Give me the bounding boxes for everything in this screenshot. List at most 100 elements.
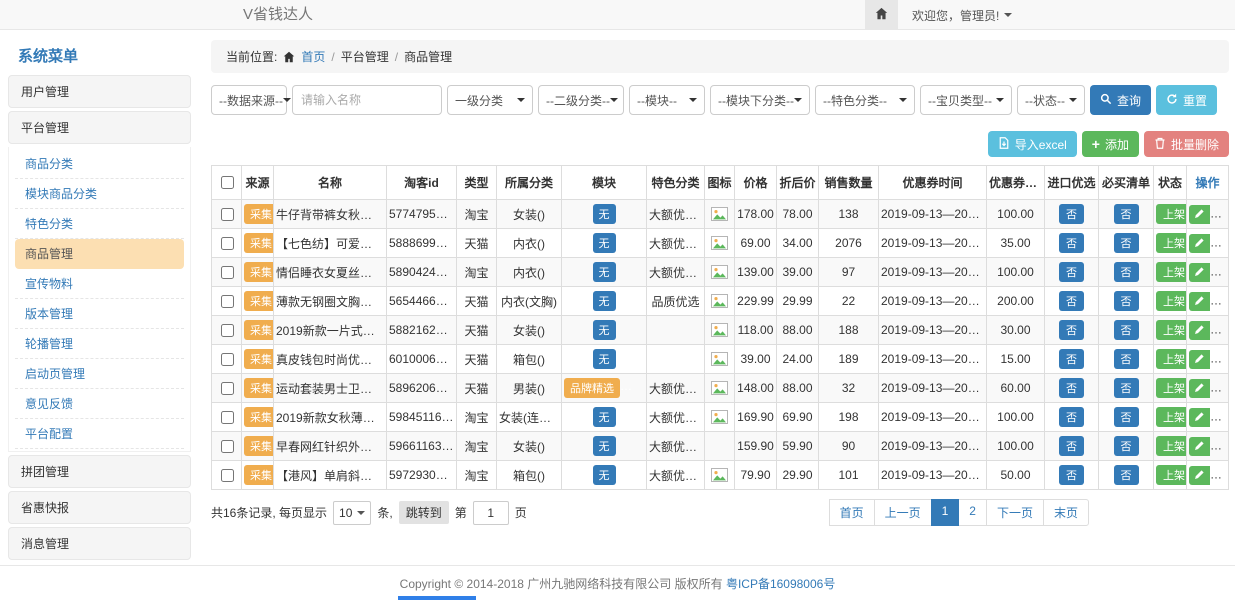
status-button[interactable]: 上架 [1156,407,1187,427]
status-button[interactable]: 上架 [1156,262,1187,282]
jump-button[interactable]: 跳转到 [399,501,449,524]
edit-button[interactable] [1189,263,1210,282]
filter-select[interactable]: 一级分类 [447,85,533,115]
sidebar-menu-item[interactable]: 省惠快报 [8,491,191,524]
import-select-toggle[interactable]: 否 [1059,436,1084,456]
edit-button[interactable] [1189,292,1210,311]
sidebar-submenu-item[interactable]: 商品管理 [15,239,184,269]
edit-button[interactable] [1189,408,1210,427]
page-button[interactable]: 下一页 [986,499,1044,526]
sidebar-submenu-item[interactable]: 启动页管理 [15,359,184,389]
sidebar-submenu-item[interactable]: 商品分类 [15,149,184,179]
breadcrumb: 当前位置: 首页 / 平台管理 / 商品管理 [211,40,1229,73]
must-buy-toggle[interactable]: 否 [1114,407,1139,427]
import-select-toggle[interactable]: 否 [1059,233,1084,253]
filter-select[interactable]: --模块下分类-- [710,85,810,115]
sidebar-submenu-item[interactable]: 版本管理 [15,299,184,329]
row-checkbox[interactable] [221,266,234,279]
row-checkbox[interactable] [221,469,234,482]
sidebar-menu-item[interactable]: 用户管理 [8,75,191,108]
must-buy-toggle[interactable]: 否 [1114,378,1139,398]
home-button[interactable] [865,0,898,30]
sidebar-submenu-item[interactable]: 模块商品分类 [15,179,184,209]
import-select-toggle[interactable]: 否 [1059,378,1084,398]
jump-page-input[interactable] [473,501,509,525]
row-checkbox[interactable] [221,353,234,366]
search-button[interactable]: 查询 [1090,85,1151,115]
status-button[interactable]: 上架 [1156,465,1187,485]
select-all-checkbox[interactable] [221,176,234,189]
edit-button[interactable] [1189,234,1210,253]
page-button[interactable]: 首页 [829,499,875,526]
row-checkbox[interactable] [221,411,234,424]
import-select-toggle[interactable]: 否 [1059,349,1084,369]
edit-button[interactable] [1189,466,1210,485]
batch-delete-button[interactable]: 批量删除 [1144,131,1229,157]
row-checkbox[interactable] [221,324,234,337]
sidebar-submenu-item[interactable]: 平台配置 [15,419,184,449]
name-search-input[interactable] [292,85,442,115]
sidebar-submenu-item[interactable]: 轮播管理 [15,329,184,359]
filter-select[interactable]: --二级分类-- [538,85,624,115]
sidebar-menu-item[interactable]: 消息管理 [8,527,191,560]
must-buy-toggle[interactable]: 否 [1114,349,1139,369]
import-select-toggle[interactable]: 否 [1059,204,1084,224]
row-checkbox[interactable] [221,440,234,453]
must-buy-toggle[interactable]: 否 [1114,320,1139,340]
must-buy-toggle[interactable]: 否 [1114,436,1139,456]
sidebar-submenu-item[interactable]: 宣传物料 [15,269,184,299]
import-excel-button[interactable]: 导入excel [988,131,1077,157]
reset-button[interactable]: 重置 [1156,85,1217,115]
must-buy-toggle[interactable]: 否 [1114,291,1139,311]
must-buy-toggle[interactable]: 否 [1114,262,1139,282]
coupon-amount-cell: 100.00 [987,258,1045,287]
page-button[interactable]: 上一页 [874,499,932,526]
status-button[interactable]: 上架 [1156,291,1187,311]
category-cell: 内衣() [497,258,562,287]
import-select-toggle[interactable]: 否 [1059,465,1084,485]
add-button[interactable]: + 添加 [1082,131,1139,157]
row-checkbox[interactable] [221,382,234,395]
user-menu[interactable]: 欢迎您，管理员! [912,7,1012,24]
sidebar-menu-item[interactable]: 拼团管理 [8,455,191,488]
row-checkbox[interactable] [221,237,234,250]
edit-button[interactable] [1189,437,1210,456]
sidebar-menu-item[interactable]: 平台管理 [8,111,191,144]
edit-button[interactable] [1189,379,1210,398]
filter-select[interactable]: --特色分类-- [815,85,915,115]
row-select-cell [212,229,242,258]
must-buy-toggle[interactable]: 否 [1114,233,1139,253]
filter-select[interactable]: --模块-- [629,85,705,115]
status-button[interactable]: 上架 [1156,233,1187,253]
breadcrumb-home-link[interactable]: 首页 [301,48,325,65]
page-button[interactable]: 2 [958,499,987,526]
page-button[interactable]: 1 [931,499,960,526]
import-select-toggle[interactable]: 否 [1059,291,1084,311]
breadcrumb-item: 商品管理 [404,48,452,65]
icp-link[interactable]: 粤ICP备16098006号 [726,575,835,592]
filter-select[interactable]: --宝贝类型-- [920,85,1012,115]
import-select-toggle[interactable]: 否 [1059,262,1084,282]
status-button[interactable]: 上架 [1156,320,1187,340]
import-select-toggle[interactable]: 否 [1059,407,1084,427]
row-checkbox[interactable] [221,208,234,221]
status-button[interactable]: 上架 [1156,378,1187,398]
coupon-amount-cell: 50.00 [987,461,1045,490]
status-button[interactable]: 上架 [1156,349,1187,369]
status-button[interactable]: 上架 [1156,436,1187,456]
edit-button[interactable] [1189,205,1210,224]
per-page-select[interactable]: 10 [333,501,371,525]
page-button[interactable]: 末页 [1043,499,1089,526]
sidebar-submenu-item[interactable]: 意见反馈 [15,389,184,419]
edit-button[interactable] [1189,321,1210,340]
row-checkbox[interactable] [221,295,234,308]
status-button[interactable]: 上架 [1156,204,1187,224]
edit-button[interactable] [1189,350,1210,369]
sidebar-submenu-item[interactable]: 特色分类 [15,209,184,239]
must-buy-toggle[interactable]: 否 [1114,465,1139,485]
must-buy-toggle[interactable]: 否 [1114,204,1139,224]
data-source-select[interactable]: --数据来源-- [211,85,287,115]
filter-select[interactable]: --状态-- [1017,85,1085,115]
type-cell: 天猫 [457,374,497,403]
import-select-toggle[interactable]: 否 [1059,320,1084,340]
